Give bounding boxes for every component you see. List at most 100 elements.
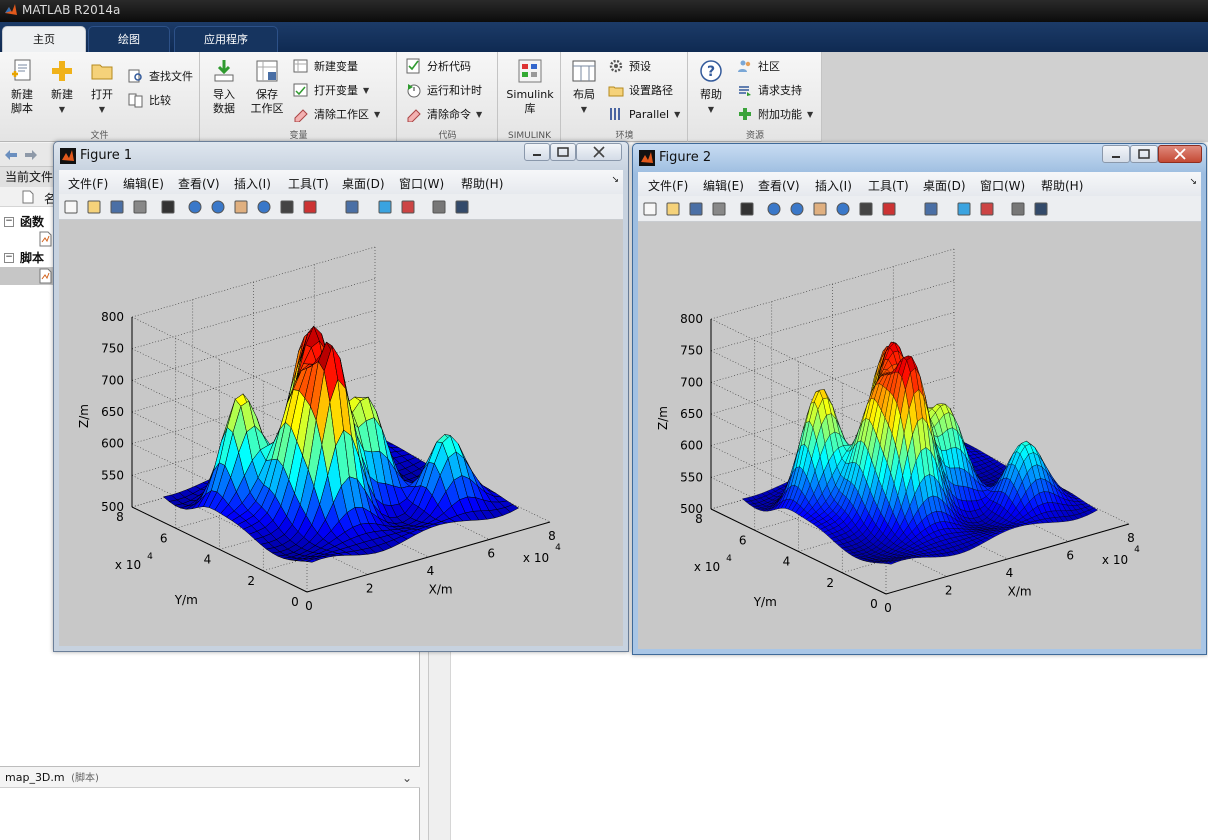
dock-arrow-icon[interactable]: ↘	[611, 175, 619, 185]
simulink-library-button[interactable]: Simulink 库	[503, 58, 557, 116]
close-button[interactable]	[576, 143, 622, 161]
print-icon[interactable]	[711, 201, 727, 217]
collapse-icon[interactable]: −	[4, 217, 14, 227]
legend-icon[interactable]	[400, 199, 416, 215]
clear-workspace-button[interactable]: 清除工作区 ▼	[293, 104, 380, 124]
menu-file[interactable]: 文件(F)	[68, 175, 108, 192]
save-icon[interactable]	[109, 199, 125, 215]
menu-insert[interactable]: 插入(I)	[815, 177, 852, 194]
new-script-button[interactable]: 新建 脚本	[4, 58, 40, 116]
analyze-code-button[interactable]: 分析代码	[406, 56, 471, 76]
data-cursor-icon[interactable]	[858, 201, 874, 217]
menu-view[interactable]: 查看(V)	[758, 177, 800, 194]
save-icon[interactable]	[688, 201, 704, 217]
brush-icon[interactable]	[302, 199, 318, 215]
tab-plots[interactable]: 绘图	[88, 26, 170, 52]
zoom-in-icon[interactable]	[766, 201, 782, 217]
zoom-in-icon[interactable]	[187, 199, 203, 215]
surface-plot[interactable]: 5005506006507007508000246802468Z/mX/mY/m…	[59, 220, 619, 640]
community-button[interactable]: 社区	[737, 56, 780, 76]
pointer-icon[interactable]	[160, 199, 176, 215]
dock-arrow-icon[interactable]: ↘	[1189, 177, 1197, 187]
add-ons-button[interactable]: 附加功能 ▼	[737, 104, 813, 124]
run-and-time-button[interactable]: 运行和计时	[406, 80, 482, 100]
find-files-button[interactable]: 查找文件	[128, 66, 193, 86]
hide-plot-tools-icon[interactable]	[431, 199, 447, 215]
chevron-down-icon: ▼	[374, 109, 381, 119]
menu-insert[interactable]: 插入(I)	[234, 175, 271, 192]
legend-icon[interactable]	[979, 201, 995, 217]
parallel-button[interactable]: Parallel ▼	[608, 104, 680, 124]
clear-commands-button[interactable]: 清除命令 ▼	[406, 104, 482, 124]
minimize-button[interactable]	[524, 143, 550, 161]
new-figure-icon[interactable]	[642, 201, 658, 217]
chevron-down-icon[interactable]: ⌄	[402, 767, 412, 789]
z-tick-label: 800	[680, 312, 703, 326]
open-file-icon[interactable]	[86, 199, 102, 215]
save-workspace-button[interactable]: 保存 工作区	[247, 58, 287, 116]
rotate-3d-icon[interactable]	[835, 201, 851, 217]
menu-help[interactable]: 帮助(H)	[1041, 177, 1083, 194]
hide-plot-tools-icon[interactable]	[1010, 201, 1026, 217]
surface-mesh	[162, 325, 520, 563]
figure-canvas[interactable]: 500 550 600 650 700 750 800 0 2 4 6 8 0 2 4 6 8 Z/m X/m Y/m…	[59, 220, 623, 646]
data-cursor-icon[interactable]	[279, 199, 295, 215]
menu-desktop[interactable]: 桌面(D)	[342, 175, 385, 192]
open-variable-button[interactable]: 打开变量 ▼	[293, 80, 369, 100]
new-variable-button[interactable]: 新建变量	[293, 56, 358, 76]
details-bar[interactable]: map_3D.m (脚本) ⌄	[0, 766, 420, 788]
menu-view[interactable]: 查看(V)	[178, 175, 220, 192]
menu-window[interactable]: 窗口(W)	[399, 175, 444, 192]
tab-home[interactable]: 主页	[2, 26, 86, 52]
zoom-out-icon[interactable]	[789, 201, 805, 217]
set-path-button[interactable]: 设置路径	[608, 80, 673, 100]
compare-button[interactable]: 比较	[128, 90, 171, 110]
brush-icon[interactable]	[881, 201, 897, 217]
pan-hand-icon[interactable]	[812, 201, 828, 217]
colorbar-icon[interactable]	[956, 201, 972, 217]
request-support-button[interactable]: 请求支持	[737, 80, 802, 100]
preferences-button[interactable]: 预设	[608, 56, 651, 76]
pointer-icon[interactable]	[739, 201, 755, 217]
x-tick-label: 8	[1127, 531, 1135, 545]
show-plot-tools-icon[interactable]	[1033, 201, 1049, 217]
zoom-out-icon[interactable]	[210, 199, 226, 215]
maximize-button[interactable]	[550, 143, 576, 161]
layout-button[interactable]: 布局 ▼	[566, 58, 602, 117]
back-arrow-icon[interactable]	[4, 149, 18, 161]
clear-workspace-label: 清除工作区	[314, 108, 369, 121]
import-data-button[interactable]: 导入 数据	[207, 58, 241, 116]
new-figure-icon[interactable]	[63, 199, 79, 215]
surface-plot[interactable]: 5005506006507007508000246802468Z/mX/mY/m…	[638, 222, 1198, 642]
z-tick-label: 550	[101, 468, 124, 482]
tab-apps[interactable]: 应用程序	[174, 26, 278, 52]
menu-tools[interactable]: 工具(T)	[868, 177, 909, 194]
forward-arrow-icon[interactable]	[24, 149, 38, 161]
request-support-label: 请求支持	[758, 84, 802, 97]
list-item[interactable]	[38, 231, 54, 247]
close-button[interactable]	[1158, 145, 1202, 163]
rotate-3d-icon[interactable]	[256, 199, 272, 215]
open-file-icon[interactable]	[665, 201, 681, 217]
menu-window[interactable]: 窗口(W)	[980, 177, 1025, 194]
print-icon[interactable]	[132, 199, 148, 215]
maximize-button[interactable]	[1130, 145, 1158, 163]
link-plot-icon[interactable]	[344, 199, 360, 215]
minimize-button[interactable]	[1102, 145, 1130, 163]
show-plot-tools-icon[interactable]	[454, 199, 470, 215]
menu-desktop[interactable]: 桌面(D)	[923, 177, 966, 194]
menu-help[interactable]: 帮助(H)	[461, 175, 503, 192]
collapse-icon[interactable]: −	[4, 253, 14, 263]
menu-tools[interactable]: 工具(T)	[288, 175, 329, 192]
link-plot-icon[interactable]	[923, 201, 939, 217]
details-file-type: (脚本)	[71, 773, 99, 784]
figure-canvas[interactable]: 500 550 600 650 700 750 800 0 2 4 6 8 0 2 4 6 8 Z/m X/m Y/m…	[638, 222, 1201, 649]
new-button[interactable]: 新建 ▼	[46, 58, 78, 117]
colorbar-icon[interactable]	[377, 199, 393, 215]
menu-edit[interactable]: 编辑(E)	[123, 175, 164, 192]
menu-file[interactable]: 文件(F)	[648, 177, 688, 194]
menu-edit[interactable]: 编辑(E)	[703, 177, 744, 194]
help-button[interactable]: ? 帮助 ▼	[693, 58, 729, 117]
open-button[interactable]: 打开 ▼	[86, 58, 118, 117]
pan-hand-icon[interactable]	[233, 199, 249, 215]
